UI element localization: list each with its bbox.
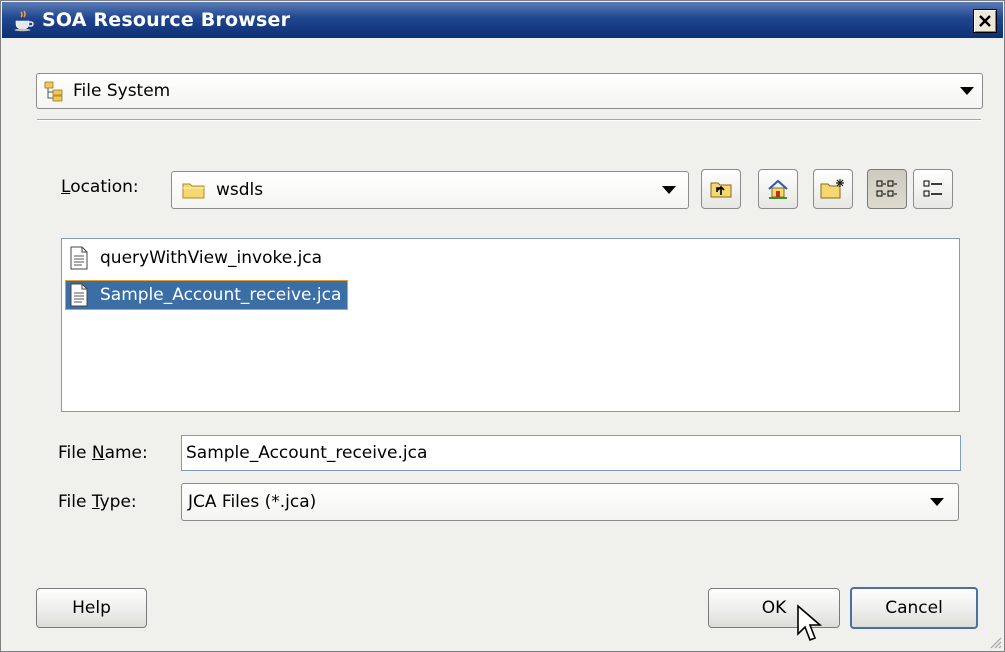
- location-label: Location:: [61, 177, 139, 197]
- separator: [37, 119, 981, 121]
- file-type-label: File Type:: [58, 492, 137, 512]
- coffee-cup-icon: [14, 10, 34, 32]
- close-icon: [979, 15, 991, 27]
- cancel-button[interactable]: Cancel: [850, 587, 978, 629]
- soa-resource-browser-dialog: SOA Resource Browser File System Locatio…: [0, 0, 1005, 652]
- folder-up-icon: [710, 182, 732, 198]
- document-icon: [70, 246, 88, 270]
- location-dropdown[interactable]: wsdls: [171, 171, 689, 209]
- resize-grip-icon[interactable]: [988, 635, 1002, 649]
- new-folder-icon: [820, 179, 844, 199]
- file-type-dropdown[interactable]: JCA Files (*.jca): [181, 483, 959, 521]
- details-view-icon: [923, 180, 942, 197]
- help-button[interactable]: Help: [36, 588, 147, 628]
- list-view-icon: [876, 180, 897, 197]
- home-button[interactable]: [758, 169, 798, 209]
- ok-button-label: OK: [761, 598, 787, 618]
- home-icon: [768, 179, 788, 199]
- file-type-selected-value: JCA Files (*.jca): [188, 492, 317, 512]
- close-button[interactable]: [973, 9, 997, 33]
- file-name-input[interactable]: [182, 442, 960, 464]
- cancel-button-label: Cancel: [885, 598, 943, 618]
- chevron-down-icon[interactable]: [930, 498, 944, 506]
- chevron-down-icon[interactable]: [662, 186, 676, 194]
- file-name-text: queryWithView_invoke.jca: [100, 248, 323, 268]
- list-view-button[interactable]: [867, 169, 907, 209]
- file-name-label: File Name:: [58, 443, 148, 463]
- mouse-pointer-icon: [797, 604, 823, 642]
- chevron-down-icon[interactable]: [960, 87, 974, 95]
- details-view-button[interactable]: [913, 169, 953, 209]
- up-folder-button[interactable]: [701, 169, 741, 209]
- help-button-label: Help: [72, 598, 111, 618]
- file-name-field[interactable]: [181, 435, 961, 471]
- file-system-tree-icon: [44, 81, 63, 102]
- list-item[interactable]: Sample_Account_receive.jca: [64, 280, 349, 310]
- location-selected-value: wsdls: [216, 180, 264, 200]
- file-list[interactable]: queryWithView_invoke.jca Sample_Account_…: [61, 238, 960, 412]
- new-folder-button[interactable]: [813, 169, 853, 209]
- window-title: SOA Resource Browser: [42, 9, 291, 31]
- document-icon: [70, 283, 88, 307]
- source-selected-value: File System: [73, 81, 171, 101]
- folder-icon: [182, 183, 205, 199]
- source-dropdown[interactable]: File System: [36, 73, 983, 109]
- title-bar[interactable]: SOA Resource Browser: [2, 2, 1003, 38]
- list-item[interactable]: queryWithView_invoke.jca: [66, 244, 328, 272]
- file-name-text: Sample_Account_receive.jca: [100, 285, 342, 305]
